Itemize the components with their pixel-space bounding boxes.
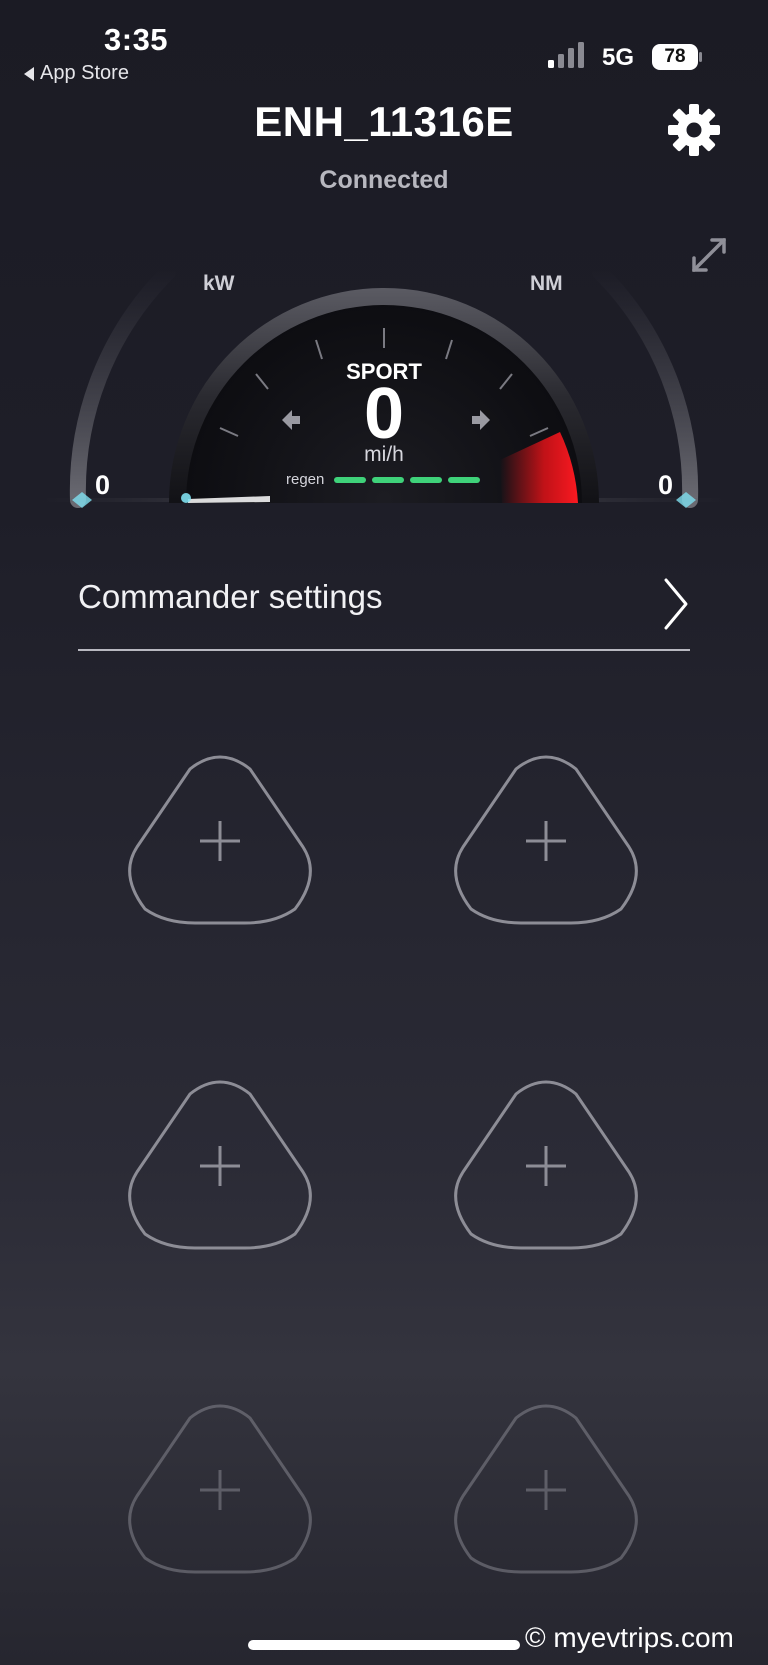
regen-bar [372, 477, 404, 483]
add-shortcut-slot[interactable] [451, 751, 641, 927]
torque-value: 0 [658, 470, 674, 500]
regen-bar [334, 477, 366, 483]
speed-unit: mi/h [364, 443, 404, 466]
regen-label: regen [286, 471, 325, 488]
chevron-right-icon [664, 578, 688, 630]
cellular-signal-icon [548, 42, 584, 68]
commander-settings-row[interactable]: Commander settings [78, 566, 690, 651]
home-indicator [248, 1640, 520, 1650]
status-time: 3:35 [104, 22, 169, 57]
network-type: 5G [602, 44, 635, 71]
gear-icon[interactable] [667, 103, 721, 157]
speed-value: 0 [363, 374, 405, 454]
battery-icon: 78 [652, 44, 702, 70]
plus-icon [526, 1470, 566, 1510]
plus-icon [200, 1470, 240, 1510]
watermark: © myevtrips.com [525, 1622, 734, 1653]
commander-divider [78, 649, 690, 651]
power-value: 0 [95, 470, 111, 500]
regen-bar [448, 477, 480, 483]
plus-icon [526, 821, 566, 861]
plus-icon [200, 1146, 240, 1186]
add-shortcut-slot[interactable] [451, 1400, 641, 1576]
regen-level-bars [334, 477, 480, 483]
commander-settings-label: Commander settings [78, 578, 383, 615]
device-name: ENH_11316E [254, 98, 514, 145]
regen-bar [410, 477, 442, 483]
torque-unit-label: NM [530, 272, 563, 295]
power-unit-label: kW [203, 272, 235, 295]
connection-status: Connected [319, 166, 449, 194]
plus-icon [526, 1146, 566, 1186]
add-shortcut-slot[interactable] [125, 1076, 315, 1252]
battery-level: 78 [664, 46, 686, 67]
add-shortcut-slot[interactable] [125, 751, 315, 927]
plus-icon [200, 821, 240, 861]
back-label: App Store [40, 62, 129, 84]
back-to-app-store-link[interactable]: App Store [24, 62, 129, 85]
add-shortcut-slot[interactable] [451, 1076, 641, 1252]
back-arrow-icon [24, 66, 34, 81]
add-shortcut-slot[interactable] [125, 1400, 315, 1576]
